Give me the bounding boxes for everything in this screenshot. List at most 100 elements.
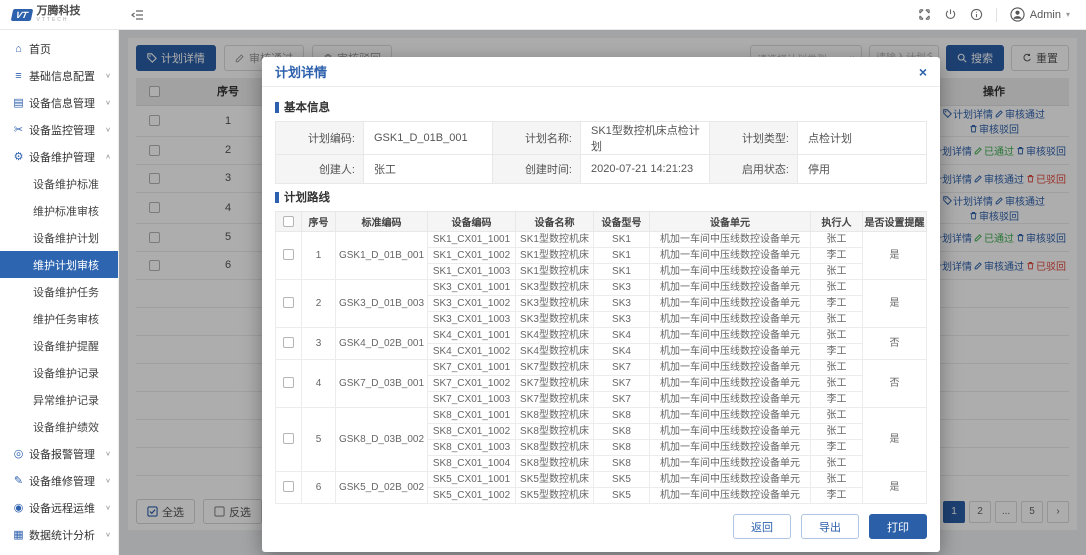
route-cell-executor: 李工 xyxy=(811,248,863,264)
creator-value: 张工 xyxy=(364,155,493,184)
route-cell-device-name: SK4型数控机床 xyxy=(516,328,594,344)
route-cell-device-name: SK3型数控机床 xyxy=(516,296,594,312)
route-cell-device-model: SK7 xyxy=(594,360,650,376)
route-cell-device-name: SK5型数控机床 xyxy=(516,488,594,504)
route-cell-device-name: SK1型数控机床 xyxy=(516,232,594,248)
route-cell-device-code: SK1_CX01_1002 xyxy=(428,248,516,264)
sidebar-subitem-plan-audit[interactable]: 维护计划审核 xyxy=(0,251,118,278)
route-cell-device-code: SK5_CX01_1001 xyxy=(428,472,516,488)
sidebar-subitem-task-audit[interactable]: 维护任务审核 xyxy=(0,305,118,332)
header-divider xyxy=(996,8,997,22)
plan-detail-modal: 计划详情 × 基本信息 计划编码: GSK1_D_01B_001 计划名称: S… xyxy=(262,57,940,552)
sidebar-subitem-abnormal-record[interactable]: 异常维护记录 xyxy=(0,386,118,413)
route-group-checkbox[interactable] xyxy=(283,297,294,308)
logo-brand-text: 万腾科技 xyxy=(37,6,81,17)
route-cell-device-model: SK3 xyxy=(594,296,650,312)
sidebar-subitem-maintenance-standard[interactable]: 设备维护标准 xyxy=(0,170,118,197)
route-group-checkbox[interactable] xyxy=(283,377,294,388)
route-cell-device-name: SK8型数控机床 xyxy=(516,408,594,424)
route-group-std-code: GSK7_D_03B_001 xyxy=(336,360,428,408)
route-cell-device-name: SK1型数控机床 xyxy=(516,264,594,280)
fullscreen-icon[interactable] xyxy=(918,8,931,21)
route-cell-device-unit: 机加一车间中压线数控设备单元 xyxy=(650,232,811,248)
route-cell-device-code: SK1_CX01_1003 xyxy=(428,264,516,280)
route-cell-executor: 张工 xyxy=(811,264,863,280)
plan-type-label: 计划类型: xyxy=(710,122,798,155)
sidebar-subitem-maintenance-performance[interactable]: 设备维护绩效 xyxy=(0,413,118,440)
logo-sub-text: VTTECH xyxy=(37,18,81,23)
creator-label: 创建人: xyxy=(276,155,364,184)
sidebar-item-label: 首页 xyxy=(29,41,51,57)
close-icon[interactable]: × xyxy=(919,65,927,79)
sidebar-item-device-info-mgmt[interactable]: ▤设备信息管理∨ xyxy=(0,89,118,116)
sidebar-collapse-icon[interactable] xyxy=(131,9,144,21)
route-cell-device-code: SK7_CX01_1003 xyxy=(428,392,516,408)
sidebar-item-device-monitor-mgmt[interactable]: ✂设备监控管理∨ xyxy=(0,116,118,143)
route-group-checkbox[interactable] xyxy=(283,337,294,348)
route-cell-device-unit: 机加一车间中压线数控设备单元 xyxy=(650,344,811,360)
route-cell-device-model: SK7 xyxy=(594,376,650,392)
chevron-down-icon: ∨ xyxy=(105,99,111,106)
route-row: 5GSK8_D_03B_002SK8_CX01_1001SK8型数控机床SK8机… xyxy=(276,408,927,424)
user-name: Admin xyxy=(1030,9,1061,21)
route-column-header-7: 是否设置提醒 xyxy=(863,212,927,232)
app-root: VT 万腾科技 VTTECH Admin ▾ xyxy=(0,0,1086,555)
sidebar-subitem-maintenance-task[interactable]: 设备维护任务 xyxy=(0,278,118,305)
sidebar-item-device-alarm-mgmt[interactable]: ◎设备报警管理∨ xyxy=(0,440,118,467)
route-group-checkbox-cell xyxy=(276,232,302,280)
sidebar-item-label: 基础信息配置 xyxy=(29,68,95,84)
route-cell-device-model: SK3 xyxy=(594,280,650,296)
export-button[interactable]: 导出 xyxy=(801,514,859,539)
route-cell-device-unit: 机加一车间中压线数控设备单元 xyxy=(650,392,811,408)
sidebar-subitem-standard-audit[interactable]: 维护标准审核 xyxy=(0,197,118,224)
route-column-header-1: 标准编码 xyxy=(336,212,428,232)
avatar-icon xyxy=(1010,7,1025,22)
route-cell-executor: 张工 xyxy=(811,424,863,440)
route-cell-device-unit: 机加一车间中压线数控设备单元 xyxy=(650,408,811,424)
device-repair-icon: ✎ xyxy=(11,474,26,487)
sidebar-subitem-maintenance-plan[interactable]: 设备维护计划 xyxy=(0,224,118,251)
sidebar-subitem-maintenance-record[interactable]: 设备维护记录 xyxy=(0,359,118,386)
route-group-reminder: 是 xyxy=(863,280,927,328)
sidebar-item-device-repair-mgmt[interactable]: ✎设备维修管理∨ xyxy=(0,467,118,494)
route-cell-device-model: SK1 xyxy=(594,248,650,264)
route-cell-device-model: SK3 xyxy=(594,312,650,328)
route-group-checkbox-cell xyxy=(276,472,302,504)
user-menu[interactable]: Admin ▾ xyxy=(1010,7,1070,22)
info-icon[interactable] xyxy=(970,8,983,21)
return-button[interactable]: 返回 xyxy=(733,514,791,539)
section-bar-icon xyxy=(275,192,279,203)
sidebar-item-device-remote-ops[interactable]: ◉设备远程运维∨ xyxy=(0,494,118,521)
route-cell-device-name: SK8型数控机床 xyxy=(516,424,594,440)
route-group-reminder: 是 xyxy=(863,232,927,280)
sidebar-item-data-statistics[interactable]: ▦数据统计分析∨ xyxy=(0,521,118,548)
sidebar-item-home[interactable]: ⌂首页 xyxy=(0,35,118,62)
route-group-std-code: GSK3_D_01B_003 xyxy=(336,280,428,328)
route-group-no: 2 xyxy=(302,280,336,328)
route-group-no: 4 xyxy=(302,360,336,408)
sidebar-item-device-maintenance-mgmt[interactable]: ⚙设备维护管理∧ xyxy=(0,143,118,170)
route-cell-device-code: SK3_CX01_1002 xyxy=(428,296,516,312)
route-group-checkbox[interactable] xyxy=(283,249,294,260)
route-cell-device-unit: 机加一车间中压线数控设备单元 xyxy=(650,440,811,456)
sidebar-subitem-maintenance-reminder[interactable]: 设备维护提醒 xyxy=(0,332,118,359)
route-group-checkbox-cell xyxy=(276,328,302,360)
route-cell-executor: 张工 xyxy=(811,360,863,376)
print-button[interactable]: 打印 xyxy=(869,514,927,539)
route-group-std-code: GSK5_D_02B_002 xyxy=(336,472,428,504)
route-cell-device-model: SK8 xyxy=(594,456,650,472)
route-cell-device-model: SK4 xyxy=(594,344,650,360)
route-cell-device-unit: 机加一车间中压线数控设备单元 xyxy=(650,424,811,440)
route-header-checkbox[interactable] xyxy=(283,216,294,227)
data-stats-icon: ▦ xyxy=(11,528,26,541)
route-group-checkbox[interactable] xyxy=(283,481,294,492)
power-icon[interactable] xyxy=(944,8,957,21)
device-info-icon: ▤ xyxy=(11,96,26,109)
sidebar: ⌂首页≡基础信息配置∨▤设备信息管理∨✂设备监控管理∨⚙设备维护管理∧设备维护标… xyxy=(0,30,119,555)
route-cell-executor: 张工 xyxy=(811,472,863,488)
route-group-checkbox[interactable] xyxy=(283,433,294,444)
chevron-down-icon: ∨ xyxy=(105,72,111,79)
section-basic-info: 基本信息 xyxy=(275,99,927,115)
modal-title: 计划详情 xyxy=(275,62,327,81)
sidebar-item-basic-info-config[interactable]: ≡基础信息配置∨ xyxy=(0,62,118,89)
